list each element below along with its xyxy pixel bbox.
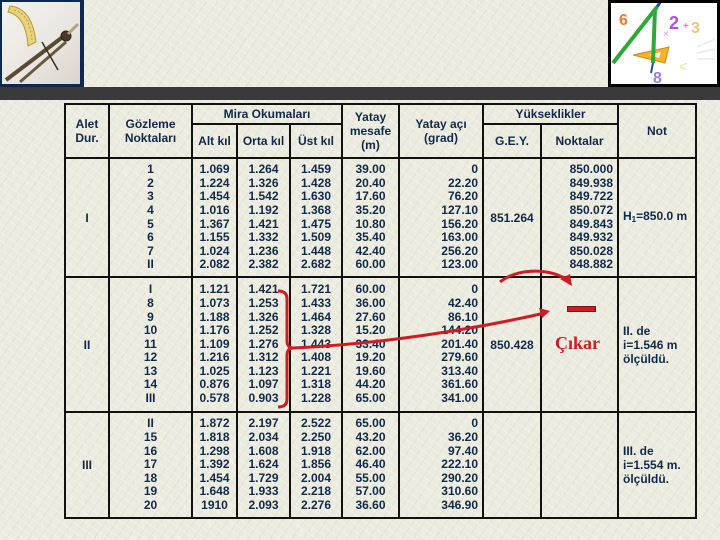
station-label: I <box>64 157 110 278</box>
svg-text:<: < <box>679 58 687 74</box>
header-mira-okumalari: Mira Okumaları <box>191 103 343 125</box>
station-label: II <box>64 276 110 413</box>
observation-points: 1 2 3 4 5 6 7 II <box>108 157 193 278</box>
header-yatay-mesafe: Yatay mesafe (m) <box>341 103 400 159</box>
svg-text:×: × <box>663 29 669 40</box>
svg-text:8: 8 <box>653 70 662 84</box>
svg-text:2: 2 <box>669 13 679 33</box>
station-label: III <box>64 411 110 519</box>
gey-value: 850.428 <box>482 276 542 413</box>
cikar-label: Çıkar <box>555 333 600 353</box>
header-yukseklikler: Yükseklikler <box>482 103 619 125</box>
header-alt-kil: Alt kıl <box>191 123 238 159</box>
svg-text:6: 6 <box>619 12 628 29</box>
header-gozleme-noktalari: Gözleme Noktaları <box>108 103 193 159</box>
note-h-suffix: =850.0 m <box>636 208 688 223</box>
drafting-compass-icon <box>4 5 80 84</box>
math-compass-triangle-icon: 6 2 + 3 × 8 < <box>611 3 716 84</box>
minus-icon <box>567 306 596 312</box>
note-cell: II. de i=1.546 m ölçüldü. <box>617 276 697 413</box>
note-cell: H1=850.0 m <box>617 157 697 278</box>
yatay-mesafe-values: 39.00 20.40 17.60 35.20 10.80 35.40 42.4… <box>341 157 400 278</box>
gey-value: 851.264 <box>482 157 542 278</box>
tachymetry-survey-table: Alet Dur. Gözleme Noktaları Mira Okumala… <box>64 103 697 519</box>
orta-kil-values: 2.197 2.034 1.608 1.624 1.729 1.933 2.09… <box>236 411 291 519</box>
orta-kil-values: 1.421 1.253 1.326 1.252 1.276 1.312 1.12… <box>236 276 291 413</box>
svg-text:+: + <box>683 21 689 32</box>
ust-kil-values: 2.522 2.250 1.918 1.856 2.004 2.218 2.27… <box>289 411 343 519</box>
noktalar-values: 850.000 849.938 849.722 850.072 849.843 … <box>540 157 619 278</box>
math-clipart-image: 6 2 + 3 × 8 < <box>608 0 720 87</box>
header-alet-dur: Alet Dur. <box>64 103 110 159</box>
gey-value <box>482 411 542 519</box>
header-noktalar: Noktalar <box>540 123 619 159</box>
svg-text:3: 3 <box>691 20 700 37</box>
header-ust-kil: Üst kıl <box>289 123 343 159</box>
noktalar-values <box>540 411 619 519</box>
ust-kil-values: 1.721 1.433 1.464 1.328 1.443 1.408 1.22… <box>289 276 343 413</box>
header-divider-bar <box>0 87 720 100</box>
note-h-prefix: H <box>623 208 632 223</box>
station-group-row: I 1 2 3 4 5 6 7 II 1.069 1.224 1.454 1.0… <box>64 157 697 278</box>
header-orta-kil: Orta kıl <box>236 123 291 159</box>
orta-kil-values: 1.264 1.326 1.542 1.192 1.421 1.332 1.23… <box>236 157 291 278</box>
compass-protractor-image <box>0 0 84 87</box>
yatay-aci-values: 0 22.20 76.20 127.10 156.20 163.00 256.2… <box>398 157 484 278</box>
alt-kil-values: 1.069 1.224 1.454 1.016 1.367 1.155 1.02… <box>191 157 238 278</box>
station-group-row: II I 8 9 10 11 12 13 14 III 1.121 1.073 … <box>64 276 697 413</box>
yatay-aci-values: 0 36.20 97.40 222.10 290.20 310.60 346.9… <box>398 411 484 519</box>
yatay-mesafe-values: 65.00 43.20 62.00 46.40 55.00 57.00 36.6… <box>341 411 400 519</box>
alt-kil-values: 1.121 1.073 1.188 1.176 1.109 1.216 1.02… <box>191 276 238 413</box>
observation-points: II 15 16 17 18 19 20 <box>108 411 193 519</box>
note-cell: III. de i=1.554 m. ölçüldü. <box>617 411 697 519</box>
header-gey: G.E.Y. <box>482 123 542 159</box>
ust-kil-values: 1.459 1.428 1.630 1.368 1.475 1.509 1.44… <box>289 157 343 278</box>
alt-kil-values: 1.872 1.818 1.298 1.392 1.454 1.648 1910 <box>191 411 238 519</box>
header-yatay-aci: Yatay açı (grad) <box>398 103 484 159</box>
station-group-row: III II 15 16 17 18 19 20 1.872 1.818 1.2… <box>64 411 697 519</box>
header-not: Not <box>617 103 697 159</box>
yatay-aci-values: 0 42.40 86.10 144.20 201.40 279.60 313.4… <box>398 276 484 413</box>
observation-points: I 8 9 10 11 12 13 14 III <box>108 276 193 413</box>
yatay-mesafe-values: 60.00 36.00 27.60 15.20 33.40 19.20 19.6… <box>341 276 400 413</box>
